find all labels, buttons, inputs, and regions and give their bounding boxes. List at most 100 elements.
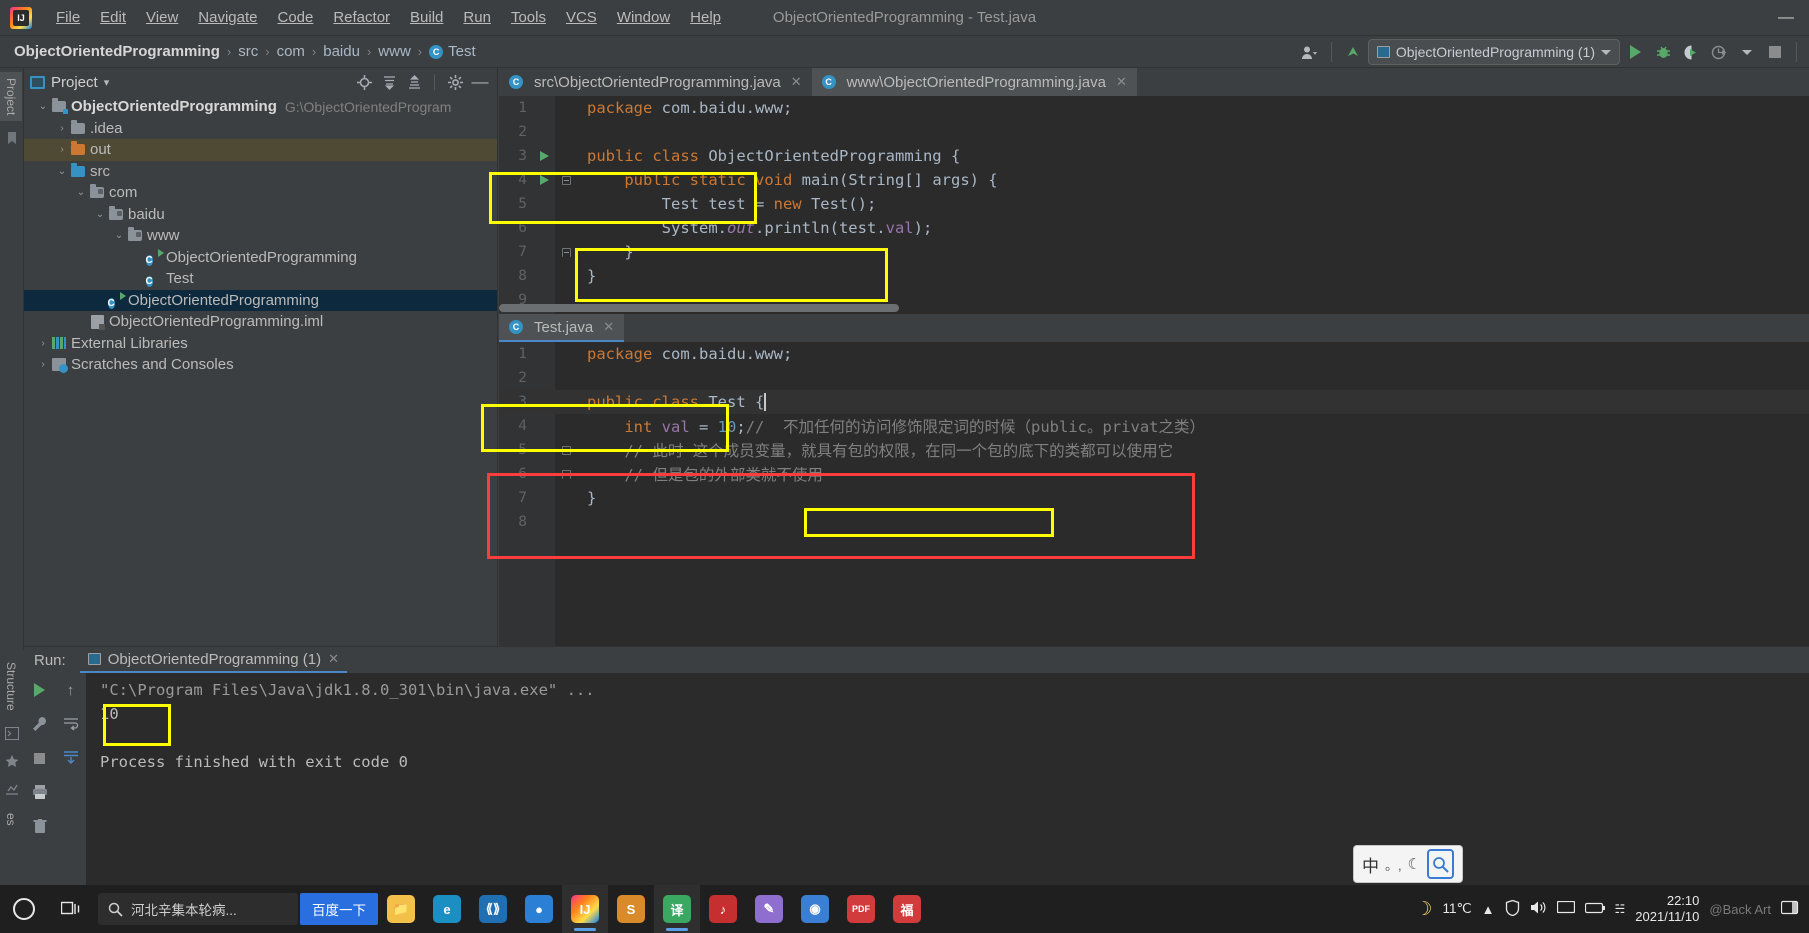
chevron-right-icon[interactable]: ›: [55, 144, 69, 155]
menu-vcs[interactable]: VCS: [556, 5, 607, 30]
ime-input-indicator[interactable]: 中 。, ☾: [1353, 845, 1463, 883]
tree-node-objectorientedprogramming[interactable]: C ObjectOrientedProgramming: [24, 247, 497, 269]
account-icon[interactable]: [1297, 39, 1323, 65]
editor-tab-test-java[interactable]: C Test.java ✕: [499, 314, 625, 342]
code-line[interactable]: 7 }: [499, 240, 1809, 264]
chevron-down-icon[interactable]: [1734, 39, 1760, 65]
chevron-right-icon[interactable]: ›: [36, 338, 50, 349]
tree-node-baidu[interactable]: ⌄ baidu: [24, 204, 497, 226]
code-line[interactable]: 6 // 但是包的外部类就不使用: [499, 462, 1809, 486]
run-icon[interactable]: [29, 679, 51, 701]
ime-punctuation-label[interactable]: 。,: [1385, 855, 1402, 874]
taskbar-app-file-explorer[interactable]: 📁: [378, 885, 424, 933]
ime-mode-label[interactable]: 中: [1362, 852, 1379, 877]
run-console-output[interactable]: "C:\Program Files\Java\jdk1.8.0_301\bin\…: [86, 673, 1809, 885]
wrench-icon[interactable]: [29, 713, 51, 735]
search-icon[interactable]: [1427, 849, 1454, 879]
caret-up-icon[interactable]: ▲: [1482, 902, 1495, 917]
debug-icon[interactable]: [1650, 39, 1676, 65]
scroll-to-end-icon[interactable]: [60, 747, 82, 769]
taskbar-app-edge[interactable]: e: [424, 885, 470, 933]
stop-icon[interactable]: [29, 747, 51, 769]
taskbar-app-chrome[interactable]: ◉: [792, 885, 838, 933]
menu-navigate[interactable]: Navigate: [188, 5, 267, 30]
run-gutter-icon[interactable]: [539, 151, 549, 161]
code-line[interactable]: 8}: [499, 264, 1809, 288]
code-line[interactable]: 6 System.out.println(test.val);: [499, 216, 1809, 240]
taskbar-app-vscode[interactable]: ⟪⟫: [470, 885, 516, 933]
taskbar-app-translate[interactable]: 译: [654, 885, 700, 933]
breadcrumb-baidu[interactable]: baidu: [323, 43, 360, 60]
code-line[interactable]: 3 public class Test {: [499, 390, 1809, 414]
terminal-icon[interactable]: [1, 723, 23, 745]
run-gutter-icon[interactable]: [539, 175, 549, 185]
locate-icon[interactable]: [353, 71, 375, 93]
bookmark-icon[interactable]: [1, 127, 23, 149]
menu-view[interactable]: View: [136, 5, 188, 30]
code-line[interactable]: 5 // 此时 这个成员变量，就具有包的权限，在同一个包的底下的类都可以使用它: [499, 438, 1809, 462]
code-line[interactable]: 1 package com.baidu.www;: [499, 96, 1809, 120]
taskbar-app-netease-music[interactable]: ♪: [700, 885, 746, 933]
chevron-down-icon[interactable]: ⌄: [93, 209, 107, 220]
baidu-search-button[interactable]: 百度一下: [300, 893, 378, 925]
tree-node-com[interactable]: ⌄ com: [24, 182, 497, 204]
collapse-all-icon[interactable]: [403, 71, 425, 93]
volume-icon[interactable]: [1530, 900, 1547, 918]
windows-start-icon[interactable]: [0, 885, 48, 933]
tree-node-objectorientedprogramming-iml[interactable]: ObjectOrientedProgramming.iml: [24, 311, 497, 333]
code-line[interactable]: 3 public class ObjectOrientedProgramming …: [499, 144, 1809, 168]
tool-tab-favorites-bottom[interactable]: es: [0, 807, 22, 832]
tree-node--idea[interactable]: › .idea: [24, 118, 497, 140]
fold-collapse-icon[interactable]: [561, 175, 571, 185]
shield-icon[interactable]: [1505, 899, 1520, 919]
display-icon[interactable]: [1556, 900, 1575, 918]
breadcrumb-www[interactable]: www: [378, 43, 411, 60]
ime-moon-icon[interactable]: ☾: [1408, 855, 1421, 873]
print-icon[interactable]: [29, 781, 51, 803]
fold-collapse-icon[interactable]: [561, 445, 571, 455]
editor-bottom-test-java[interactable]: 1 package com.baidu.www; 2 3 public class T…: [499, 342, 1809, 646]
menu-code[interactable]: Code: [267, 5, 323, 30]
code-line[interactable]: 4 public static void main(String[] args)…: [499, 168, 1809, 192]
breadcrumb-src[interactable]: src: [238, 43, 258, 60]
menu-help[interactable]: Help: [680, 5, 731, 30]
taskbar-search-box[interactable]: 河北辛集本轮病...: [98, 893, 298, 925]
code-line[interactable]: 7}: [499, 486, 1809, 510]
chevron-down-icon[interactable]: ⌄: [36, 101, 50, 112]
code-bottom[interactable]: 1 package com.baidu.www; 2 3 public class T…: [499, 342, 1809, 534]
close-icon[interactable]: ✕: [328, 651, 339, 667]
breadcrumb-com[interactable]: com: [277, 43, 305, 60]
close-icon[interactable]: ✕: [603, 319, 614, 335]
code-line[interactable]: 5 Test test = new Test();: [499, 192, 1809, 216]
chevron-down-icon[interactable]: ⌄: [55, 166, 69, 177]
expand-all-icon[interactable]: [378, 71, 400, 93]
chevron-right-icon[interactable]: ›: [36, 359, 50, 370]
menu-edit[interactable]: Edit: [90, 5, 136, 30]
settings-gear-icon[interactable]: [444, 71, 466, 93]
code-top[interactable]: 1 package com.baidu.www; 2 3 public class O…: [499, 96, 1809, 312]
breadcrumb-test[interactable]: Test: [448, 43, 476, 60]
tree-node-src[interactable]: ⌄ src: [24, 161, 497, 183]
build-icon[interactable]: [1, 779, 23, 801]
soft-wrap-icon[interactable]: [60, 713, 82, 735]
run-tab-oop[interactable]: ObjectOrientedProgramming (1) ✕: [79, 647, 348, 673]
tree-node-out[interactable]: › out: [24, 139, 497, 161]
run-configuration-selector[interactable]: ObjectOrientedProgramming (1): [1367, 39, 1620, 65]
network-icon[interactable]: ☵: [1615, 902, 1626, 916]
update-arrow-icon[interactable]: [1340, 39, 1366, 65]
code-line[interactable]: 1 package com.baidu.www;: [499, 342, 1809, 366]
tool-tab-structure-bottom[interactable]: Structure: [0, 656, 22, 717]
taskbar-clock[interactable]: 22:10 2021/11/10: [1635, 893, 1699, 926]
menu-build[interactable]: Build: [400, 5, 453, 30]
editor-top-oop-java[interactable]: 1 package com.baidu.www; 2 3 public class O…: [499, 96, 1809, 314]
code-line[interactable]: 2: [499, 366, 1809, 390]
taskbar-app-fu[interactable]: 福: [884, 885, 930, 933]
run-icon[interactable]: [1622, 39, 1648, 65]
menu-window[interactable]: Window: [607, 5, 680, 30]
stop-icon[interactable]: [1762, 39, 1788, 65]
favorites-star-icon[interactable]: [1, 751, 23, 773]
notification-icon[interactable]: [1780, 900, 1799, 918]
up-arrow-icon[interactable]: ↑: [60, 679, 82, 701]
taskbar-app-browser[interactable]: ●: [516, 885, 562, 933]
tree-node-objectorientedprogramming[interactable]: ⌄ ObjectOrientedProgramming G:\ObjectOrien…: [24, 96, 497, 118]
